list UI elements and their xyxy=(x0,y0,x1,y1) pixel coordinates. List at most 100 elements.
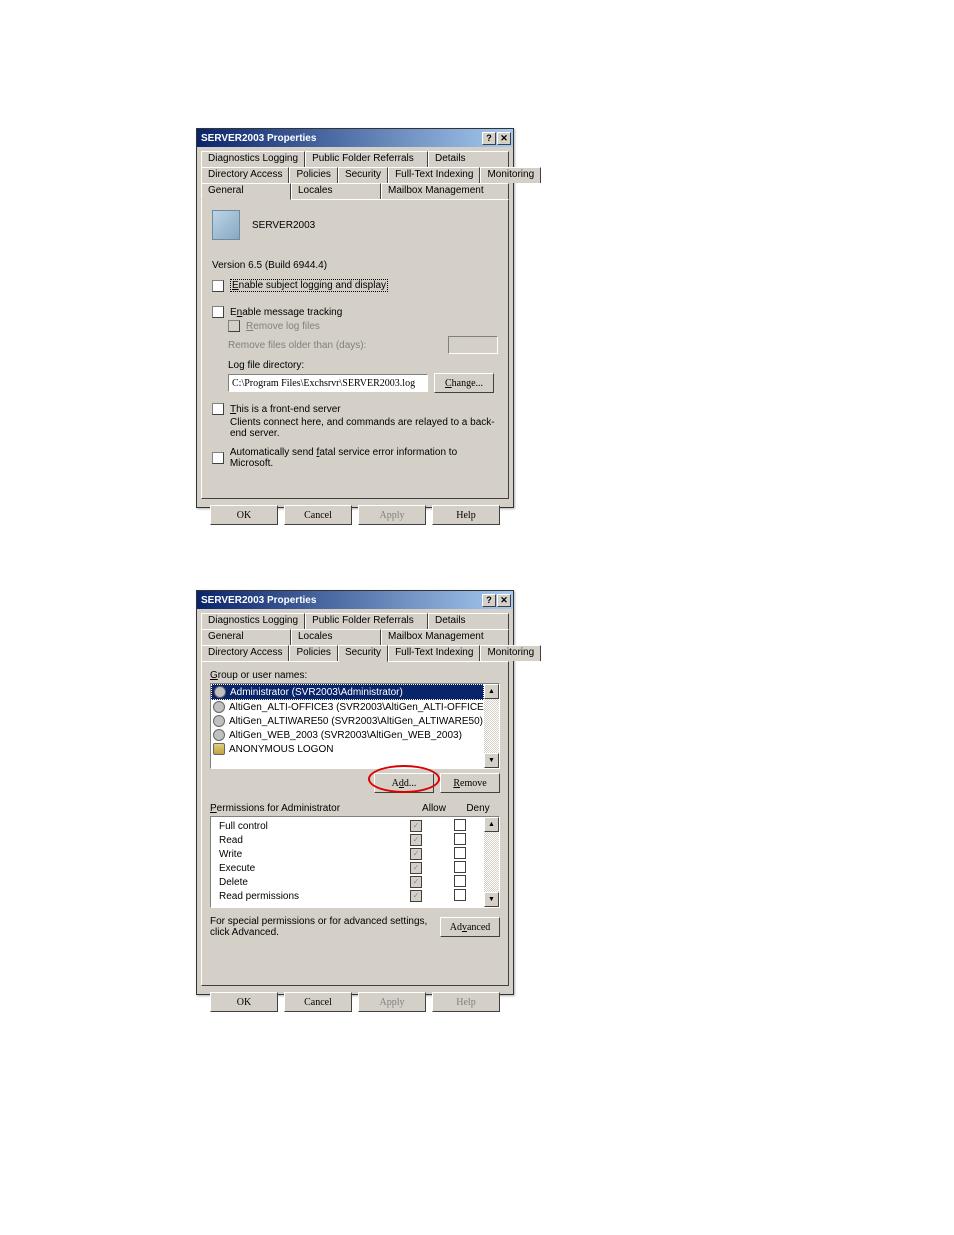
tab-locales[interactable]: Locales xyxy=(291,629,381,645)
help-button[interactable]: Help xyxy=(432,505,500,525)
tab-diagnostics-logging[interactable]: Diagnostics Logging xyxy=(201,151,305,167)
ok-button[interactable]: OK xyxy=(210,505,278,525)
list-item[interactable]: AltiGen_ALTI-OFFICE3 (SVR2003\AltiGen_AL… xyxy=(211,700,484,714)
close-button[interactable]: ✕ xyxy=(497,132,511,145)
close-button[interactable]: ✕ xyxy=(497,594,511,607)
user-icon xyxy=(214,686,226,698)
advanced-button[interactable]: Advanced xyxy=(440,917,500,937)
tab-public-folder-referrals[interactable]: Public Folder Referrals xyxy=(305,151,428,167)
tab-directory-access[interactable]: Directory Access xyxy=(201,167,289,183)
checkbox-frontend[interactable] xyxy=(212,403,224,415)
tab-monitoring[interactable]: Monitoring xyxy=(480,645,541,661)
titlebar: SERVER2003 Properties ? ✕ xyxy=(197,129,513,147)
general-tab-content: SERVER2003 Version 6.5 (Build 6944.4) En… xyxy=(201,199,509,499)
input-log-dir[interactable] xyxy=(228,374,428,392)
permission-row: Read xyxy=(213,833,482,847)
scrollbar[interactable]: ▲ ▼ xyxy=(484,817,499,907)
checkbox-fatal-error[interactable] xyxy=(212,452,224,464)
user-icon xyxy=(213,715,225,727)
server-name: SERVER2003 xyxy=(252,220,315,231)
permission-name: Read permissions xyxy=(213,891,394,902)
list-item[interactable]: Administrator (SVR2003\Administrator) xyxy=(211,684,484,700)
tab-mailbox-management[interactable]: Mailbox Management xyxy=(381,629,509,645)
permission-row: Write xyxy=(213,847,482,861)
tab-details[interactable]: Details xyxy=(428,151,509,167)
tab-general[interactable]: General xyxy=(201,183,291,200)
scroll-down-button[interactable]: ▼ xyxy=(484,892,499,907)
tab-fulltext-indexing[interactable]: Full-Text Indexing xyxy=(388,167,480,183)
tab-details[interactable]: Details xyxy=(428,613,509,629)
permission-name: Execute xyxy=(213,863,394,874)
deny-checkbox[interactable] xyxy=(454,875,466,887)
scroll-up-button[interactable]: ▲ xyxy=(484,817,499,832)
permission-row: Read permissions xyxy=(213,889,482,903)
scroll-down-button[interactable]: ▼ xyxy=(484,753,499,768)
titlebar: SERVER2003 Properties ? ✕ xyxy=(197,591,513,609)
list-item[interactable]: AltiGen_WEB_2003 (SVR2003\AltiGen_WEB_20… xyxy=(211,728,484,742)
allow-checkbox[interactable] xyxy=(410,876,422,888)
deny-checkbox[interactable] xyxy=(454,847,466,859)
permissions-listbox: Full controlReadWriteExecuteDeleteRead p… xyxy=(210,816,500,908)
cancel-button[interactable]: Cancel xyxy=(284,505,352,525)
user-name: AltiGen_ALTI-OFFICE3 (SVR2003\AltiGen_AL… xyxy=(229,702,484,713)
dialog-buttons: OK Cancel Apply Help xyxy=(197,499,513,531)
input-remove-days xyxy=(448,336,498,354)
version-text: Version 6.5 (Build 6944.4) xyxy=(212,260,498,271)
checkbox-subject-logging[interactable] xyxy=(212,280,224,292)
scroll-track[interactable] xyxy=(484,699,499,753)
remove-button[interactable]: Remove xyxy=(440,773,500,793)
deny-header: Deny xyxy=(456,803,500,814)
permissions-label: Permissions for Administrator xyxy=(210,803,412,814)
allow-checkbox[interactable] xyxy=(410,862,422,874)
users-listbox[interactable]: Administrator (SVR2003\Administrator) Alt… xyxy=(210,683,500,769)
deny-checkbox[interactable] xyxy=(454,819,466,831)
change-button[interactable]: Change... xyxy=(434,373,494,393)
help-button[interactable]: ? xyxy=(482,594,496,607)
add-button[interactable]: Add... xyxy=(374,773,434,793)
cancel-button[interactable]: Cancel xyxy=(284,992,352,1012)
allow-checkbox[interactable] xyxy=(410,834,422,846)
scrollbar[interactable]: ▲ ▼ xyxy=(484,684,499,768)
deny-checkbox[interactable] xyxy=(454,889,466,901)
tabstrip: Diagnostics Logging Public Folder Referr… xyxy=(197,609,513,661)
tab-public-folder-referrals[interactable]: Public Folder Referrals xyxy=(305,613,428,629)
scroll-up-button[interactable]: ▲ xyxy=(484,684,499,699)
tab-diagnostics-logging[interactable]: Diagnostics Logging xyxy=(201,613,305,629)
tab-policies[interactable]: Policies xyxy=(289,645,337,661)
ok-button[interactable]: OK xyxy=(210,992,278,1012)
tab-policies[interactable]: Policies xyxy=(289,167,337,183)
dialog-buttons: OK Cancel Apply Help xyxy=(197,986,513,1018)
group-users-label: Group or user names: xyxy=(210,670,500,681)
user-icon xyxy=(213,701,225,713)
list-item[interactable]: ANONYMOUS LOGON xyxy=(211,742,484,756)
tab-monitoring[interactable]: Monitoring xyxy=(480,167,541,183)
allow-checkbox[interactable] xyxy=(410,820,422,832)
help-button: Help xyxy=(432,992,500,1012)
list-item[interactable]: AltiGen_ALTIWARE50 (SVR2003\AltiGen_ALTI… xyxy=(211,714,484,728)
checkbox-message-tracking[interactable] xyxy=(212,306,224,318)
tab-fulltext-indexing[interactable]: Full-Text Indexing xyxy=(388,645,480,661)
scroll-track[interactable] xyxy=(484,832,499,892)
label-remove-older: Remove files older than (days): xyxy=(228,340,366,351)
allow-checkbox[interactable] xyxy=(410,890,422,902)
permission-row: Full control xyxy=(213,819,482,833)
checkbox-remove-log xyxy=(228,320,240,332)
deny-checkbox[interactable] xyxy=(454,861,466,873)
titlebar-text: SERVER2003 Properties xyxy=(201,595,481,606)
deny-checkbox[interactable] xyxy=(454,833,466,845)
label-remove-log: Remove log files xyxy=(246,321,320,332)
allow-checkbox[interactable] xyxy=(410,848,422,860)
tab-security[interactable]: Security xyxy=(338,645,388,662)
titlebar-text: SERVER2003 Properties xyxy=(201,133,481,144)
tab-mailbox-management[interactable]: Mailbox Management xyxy=(381,183,509,199)
tab-locales[interactable]: Locales xyxy=(291,183,381,199)
label-log-dir: Log file directory: xyxy=(228,360,498,371)
user-name: AltiGen_ALTIWARE50 (SVR2003\AltiGen_ALTI… xyxy=(229,716,483,727)
tabstrip: Diagnostics Logging Public Folder Referr… xyxy=(197,147,513,199)
apply-button: Apply xyxy=(358,992,426,1012)
tab-directory-access[interactable]: Directory Access xyxy=(201,645,289,661)
help-button[interactable]: ? xyxy=(482,132,496,145)
tab-security[interactable]: Security xyxy=(338,167,388,183)
user-name: ANONYMOUS LOGON xyxy=(229,744,333,755)
tab-general[interactable]: General xyxy=(201,629,291,645)
